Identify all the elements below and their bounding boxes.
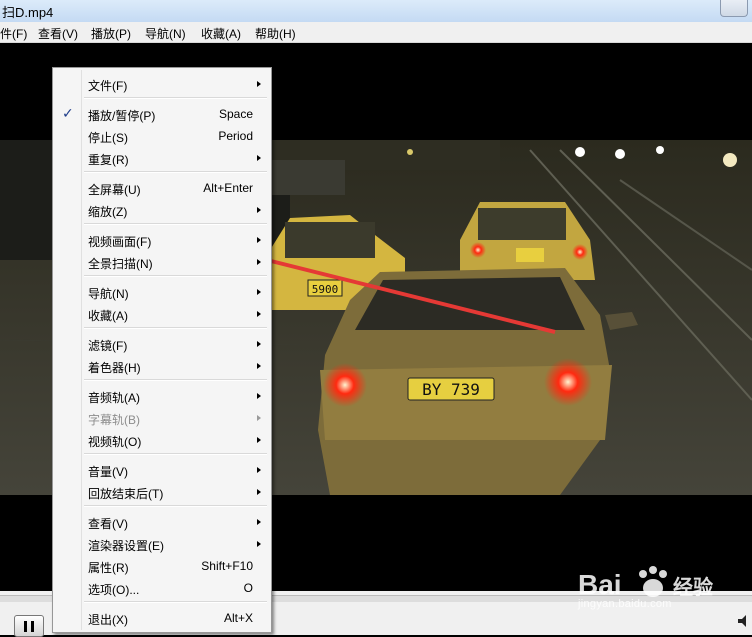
submenu-arrow-icon (257, 341, 261, 347)
menu-item[interactable]: 渲染器设置(E) (55, 533, 269, 555)
menu-item-label: 退出(X) (88, 613, 128, 627)
menu-help[interactable]: 帮助(H) (255, 25, 296, 42)
menu-item[interactable]: 文件(F) (55, 73, 269, 95)
context-menu: 文件(F) ✓ 播放/暂停(P) Space 停止(S) Period 重复(R) 全屏幕(U… (52, 67, 272, 633)
menu-separator (84, 275, 267, 277)
menu-item[interactable]: 导航(N) (55, 281, 269, 303)
pause-bar-icon (24, 621, 27, 632)
menu-item-label: 播放/暂停(P) (88, 109, 156, 123)
submenu-arrow-icon (257, 155, 261, 161)
watermark-brand-cn: 经验 (673, 575, 713, 599)
menu-item-label: 音频轨(A) (88, 391, 140, 405)
window-title: 扫D.mp4 (2, 5, 54, 20)
submenu-arrow-icon (257, 437, 261, 443)
menu-item[interactable]: ✓ 播放/暂停(P) Space (55, 103, 269, 125)
paw-icon (639, 566, 667, 597)
menu-item-label: 全景扫描(N) (88, 257, 153, 271)
submenu-arrow-icon (257, 207, 261, 213)
menu-separator (84, 379, 267, 381)
menu-item-label: 渲染器设置(E) (88, 539, 164, 553)
menu-item-shortcut: Alt+X (223, 611, 253, 625)
menu-view[interactable]: 查看(V) (38, 25, 78, 42)
menu-item-shortcut: Shift+F10 (201, 559, 253, 573)
menu-separator (84, 171, 267, 173)
submenu-arrow-icon (257, 489, 261, 495)
menu-item-label: 收藏(A) (88, 309, 128, 323)
menu-item-label: 回放结束后(T) (88, 487, 164, 501)
menu-item-label: 视频轨(O) (88, 435, 142, 449)
submenu-arrow-icon (257, 363, 261, 369)
menu-item-label: 字幕轨(B) (88, 413, 140, 427)
submenu-arrow-icon (257, 311, 261, 317)
menu-separator (84, 505, 267, 507)
menu-separator (84, 327, 267, 329)
menu-item[interactable]: 重复(R) (55, 147, 269, 169)
menu-item-label: 音量(V) (88, 465, 128, 479)
menu-play[interactable]: 播放(P) (91, 25, 131, 42)
submenu-arrow-icon (257, 467, 261, 473)
menu-item[interactable]: 缩放(Z) (55, 199, 269, 221)
submenu-arrow-icon (257, 519, 261, 525)
menu-item-label: 着色器(H) (88, 361, 141, 375)
volume-icon[interactable] (736, 613, 752, 629)
submenu-arrow-icon (257, 81, 261, 87)
title-bar: 扫D.mp4 (0, 0, 752, 23)
submenu-arrow-icon (257, 393, 261, 399)
menu-item-label: 停止(S) (88, 131, 128, 145)
menu-item[interactable]: 选项(O)... O (55, 577, 269, 599)
menu-item-shortcut: O (243, 581, 253, 595)
menu-item[interactable]: 全屏幕(U) Alt+Enter (55, 177, 269, 199)
submenu-arrow-icon (257, 415, 261, 421)
menu-item-shortcut: Alt+Enter (203, 181, 253, 195)
menu-item[interactable]: 查看(V) (55, 511, 269, 533)
menu-item-label: 选项(O)... (88, 583, 140, 597)
menu-item[interactable]: 回放结束后(T) (55, 481, 269, 503)
pause-button[interactable] (14, 615, 44, 637)
menu-item[interactable]: 收藏(A) (55, 303, 269, 325)
menu-item[interactable]: 视频轨(O) (55, 429, 269, 451)
plate-mid: 5900 (312, 283, 339, 296)
menu-item-label: 缩放(Z) (88, 205, 128, 219)
menu-item[interactable]: 停止(S) Period (55, 125, 269, 147)
menu-item-label: 导航(N) (88, 287, 129, 301)
menu-separator (84, 223, 267, 225)
watermark-brand: Bai (578, 569, 622, 600)
menu-item-label: 属性(R) (88, 561, 129, 575)
menu-item-shortcut: Period (218, 129, 253, 143)
watermark-url: jingyan.baidu.com (578, 598, 672, 610)
menu-item-label: 查看(V) (88, 517, 128, 531)
menu-item-label: 重复(R) (88, 153, 129, 167)
menu-item[interactable]: 全景扫描(N) (55, 251, 269, 273)
menu-file[interactable]: 件(F) (0, 25, 27, 42)
menu-item-label: 滤镜(F) (88, 339, 128, 353)
menu-favorites[interactable]: 收藏(A) (201, 25, 241, 42)
close-window-button[interactable] (720, 0, 748, 17)
menu-separator (84, 97, 267, 99)
menu-item-label: 全屏幕(U) (88, 183, 141, 197)
submenu-arrow-icon (257, 289, 261, 295)
menu-item-label: 文件(F) (88, 79, 128, 93)
menu-separator (84, 601, 267, 603)
menu-item: 字幕轨(B) (55, 407, 269, 429)
menu-item[interactable]: 属性(R) Shift+F10 (55, 555, 269, 577)
menu-bar: 件(F) 查看(V) 播放(P) 导航(N) 收藏(A) 帮助(H) (0, 22, 752, 43)
menu-item[interactable]: 视频画面(F) (55, 229, 269, 251)
submenu-arrow-icon (257, 541, 261, 547)
menu-item[interactable]: 音频轨(A) (55, 385, 269, 407)
menu-item-shortcut: Space (218, 107, 253, 121)
submenu-arrow-icon (257, 259, 261, 265)
menu-item[interactable]: 音量(V) (55, 459, 269, 481)
menu-item-label: 视频画面(F) (88, 235, 152, 249)
menu-navigate[interactable]: 导航(N) (145, 25, 186, 42)
plate-front: BY 739 (422, 380, 480, 399)
checkmark-icon: ✓ (62, 105, 74, 121)
submenu-arrow-icon (257, 237, 261, 243)
menu-item[interactable]: 滤镜(F) (55, 333, 269, 355)
menu-item[interactable]: 退出(X) Alt+X (55, 607, 269, 629)
menu-item[interactable]: 着色器(H) (55, 355, 269, 377)
menu-separator (84, 453, 267, 455)
pause-bar-icon (31, 621, 34, 632)
